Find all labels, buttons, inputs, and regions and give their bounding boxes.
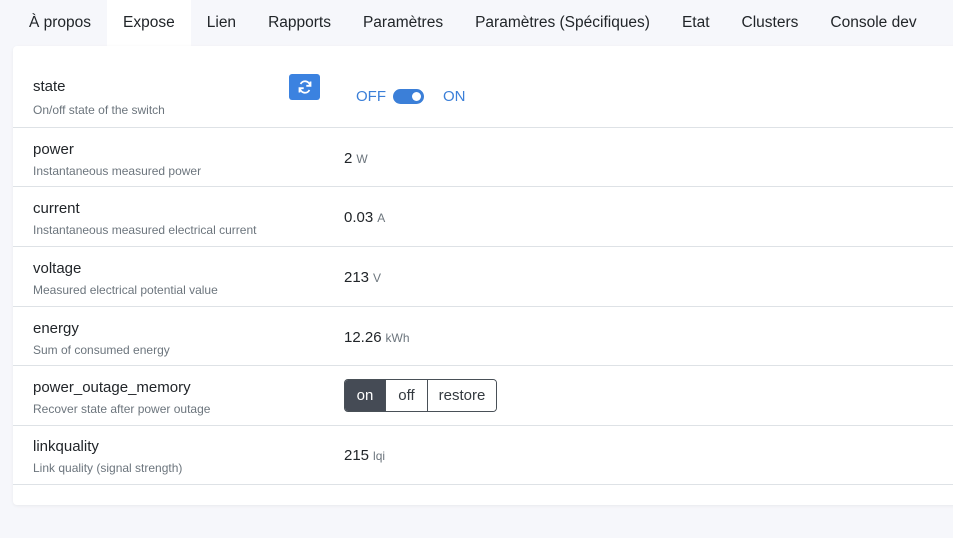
expose-row-current: current Instantaneous measured electrica… (13, 187, 953, 247)
expose-row-power: power Instantaneous measured power 2W (13, 128, 953, 187)
value-number: 2 (344, 150, 353, 167)
value-number: 215 (344, 447, 370, 464)
switch-off-label[interactable]: OFF (356, 88, 386, 105)
value-unit: A (377, 211, 386, 225)
switch-on-label[interactable]: ON (443, 88, 466, 105)
row-description: Recover state after power outage (33, 402, 211, 416)
expose-row-power-outage-memory: power_outage_memory Recover state after … (13, 366, 953, 426)
value-number: 12.26 (344, 329, 382, 346)
row-description: Instantaneous measured electrical curren… (33, 223, 257, 237)
linkquality-value: 215 lqi (344, 447, 385, 464)
toggle-knob (412, 92, 421, 101)
row-description: Measured electrical potential value (33, 283, 218, 297)
row-name: power (33, 141, 74, 158)
power-outage-memory-selector: on off restore (344, 379, 497, 412)
tab-specific-settings[interactable]: Paramètres (Spécifiques) (459, 0, 666, 46)
value-number: 0.03 (344, 209, 374, 226)
value-unit: W (356, 152, 368, 166)
refresh-button[interactable] (289, 74, 320, 100)
current-value: 0.03 A (344, 209, 385, 226)
row-name: power_outage_memory (33, 379, 191, 396)
option-on-button[interactable]: on (345, 380, 385, 411)
option-restore-button[interactable]: restore (427, 380, 496, 411)
value-unit: V (373, 271, 382, 285)
row-description: Sum of consumed energy (33, 343, 170, 357)
row-name: voltage (33, 260, 82, 277)
row-description: Link quality (signal strength) (33, 461, 183, 475)
row-name: state (33, 78, 66, 95)
tab-dev-console[interactable]: Console dev (814, 0, 932, 46)
row-name: current (33, 200, 80, 217)
expose-row-state: state On/off state of the switch OFF ON (13, 46, 953, 128)
row-description: Instantaneous measured power (33, 164, 202, 178)
row-name: energy (33, 320, 79, 337)
power-value: 2W (344, 150, 368, 167)
tab-reports[interactable]: Rapports (252, 0, 347, 46)
option-off-button[interactable]: off (385, 380, 427, 411)
tab-link[interactable]: Lien (191, 0, 252, 46)
tab-state[interactable]: Etat (666, 0, 726, 46)
energy-value: 12.26 kWh (344, 329, 410, 346)
voltage-value: 213 V (344, 269, 381, 286)
tab-about[interactable]: À propos (13, 0, 107, 46)
expose-row-voltage: voltage Measured electrical potential va… (13, 247, 953, 307)
state-toggle[interactable] (393, 89, 424, 104)
row-name: linkquality (33, 438, 99, 455)
expose-card: state On/off state of the switch OFF ON … (13, 46, 953, 505)
tab-bar: À propos Expose Lien Rapports Paramètres… (0, 0, 953, 46)
value-unit: lqi (373, 449, 386, 463)
value-number: 213 (344, 269, 370, 286)
tab-settings[interactable]: Paramètres (347, 0, 459, 46)
refresh-icon (298, 80, 311, 94)
tab-expose[interactable]: Expose (107, 0, 191, 46)
value-unit: kWh (385, 331, 410, 345)
row-description: On/off state of the switch (33, 103, 165, 117)
expose-row-energy: energy Sum of consumed energy 12.26 kWh (13, 307, 953, 366)
tab-clusters[interactable]: Clusters (726, 0, 815, 46)
expose-row-linkquality: linkquality Link quality (signal strengt… (13, 426, 953, 485)
